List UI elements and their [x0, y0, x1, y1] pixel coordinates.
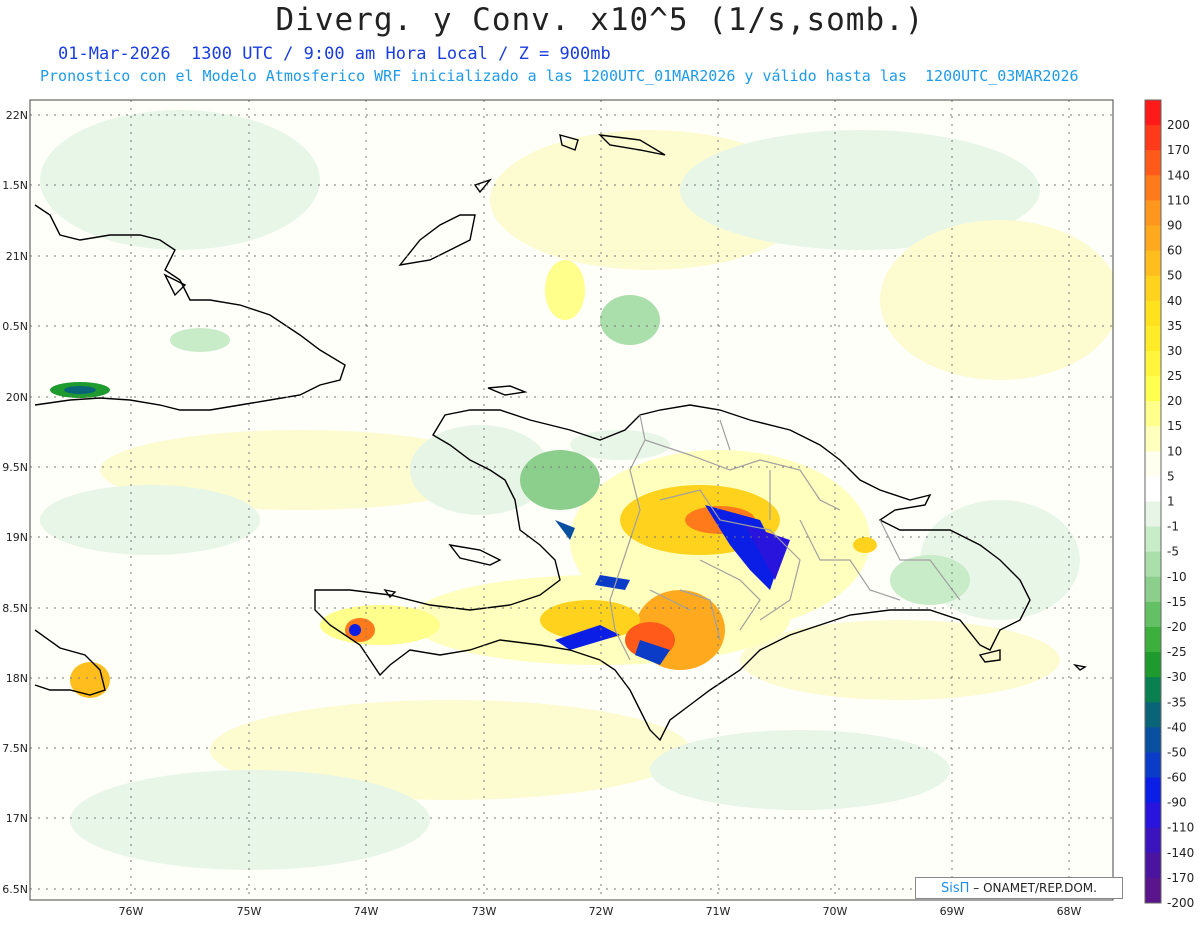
- lat-label: 0.5N: [2, 320, 28, 333]
- lat-label: 22N: [6, 109, 28, 122]
- colorbar-swatch: [1145, 300, 1161, 327]
- colorbar-swatch: [1145, 526, 1161, 553]
- colorbar-label: 15: [1167, 419, 1182, 433]
- colorbar-swatch: [1145, 426, 1161, 452]
- colorbar-label: 170: [1167, 143, 1190, 157]
- lat-axis: 22N 1.5N 21N 0.5N 20N 9.5N 19N 8.5N 18N …: [2, 109, 28, 896]
- lat-label: 17N: [6, 812, 28, 825]
- colorbar-swatch: [1145, 727, 1161, 753]
- lat-label: 6.5N: [2, 883, 28, 896]
- colorbar-swatch: [1145, 125, 1161, 151]
- colorbar-swatch: [1145, 350, 1161, 377]
- credit-box: SisΠ – ONAMET/REP.DOM.: [915, 877, 1123, 899]
- colorbar-label: 200: [1167, 118, 1190, 132]
- colorbar-swatch: [1145, 401, 1161, 427]
- colorbar-swatch: [1145, 100, 1161, 126]
- lon-label: 75W: [237, 905, 262, 918]
- colorbar-label: -170: [1167, 871, 1194, 885]
- colorbar-label: -60: [1167, 771, 1187, 785]
- colorbar-swatch: [1145, 852, 1161, 879]
- colorbar-swatch: [1145, 576, 1161, 603]
- lon-label: 70W: [823, 905, 848, 918]
- colorbar-swatch: [1145, 677, 1161, 703]
- colorbar-swatch: [1145, 325, 1161, 352]
- colorbar-label: 40: [1167, 294, 1182, 308]
- lat-label: 8.5N: [2, 602, 28, 615]
- colorbar-label: 60: [1167, 244, 1182, 258]
- colorbar-swatch: [1145, 601, 1161, 628]
- lon-label: 73W: [472, 905, 497, 918]
- colorbar-label: -50: [1167, 745, 1187, 759]
- colorbar-swatch: [1145, 225, 1161, 252]
- colorbar-label: -15: [1167, 595, 1187, 609]
- colorbar-label: 140: [1167, 168, 1190, 182]
- colorbar-label: 90: [1167, 218, 1182, 232]
- colorbar-label: 50: [1167, 269, 1182, 283]
- map-plot-area: [30, 100, 1113, 900]
- org-label: – ONAMET/REP.DOM.: [969, 881, 1097, 895]
- colorbar-label: 5: [1167, 469, 1175, 483]
- colorbar: 200 170 140 110 90 60 50 40 35 30 25 20 15 10 5 1 -1 -5 -1…: [1144, 99, 1194, 910]
- colorbar-swatch: [1145, 802, 1161, 829]
- colorbar-label: -20: [1167, 620, 1187, 634]
- lon-label: 68W: [1057, 905, 1082, 918]
- colorbar-label: 20: [1167, 394, 1182, 408]
- lat-label: 1.5N: [2, 179, 28, 192]
- colorbar-swatch: [1145, 626, 1161, 653]
- colorbar-swatch: [1145, 652, 1161, 678]
- brand-label: SisΠ: [941, 881, 970, 896]
- colorbar-swatch: [1145, 551, 1161, 578]
- lat-label: 19N: [6, 531, 28, 544]
- colorbar-label: 10: [1167, 444, 1182, 458]
- lon-label: 74W: [354, 905, 379, 918]
- colorbar-label: -140: [1167, 846, 1194, 860]
- colorbar-swatch: [1145, 476, 1161, 502]
- lat-label: 20N: [6, 391, 28, 404]
- lat-label: 7.5N: [2, 742, 28, 755]
- colorbar-label: -1: [1167, 520, 1179, 534]
- colorbar-label: 30: [1167, 344, 1182, 358]
- colorbar-label: -35: [1167, 695, 1187, 709]
- colorbar-swatch: [1145, 250, 1161, 277]
- colorbar-swatch: [1145, 877, 1161, 904]
- colorbar-swatch: [1145, 752, 1161, 779]
- colorbar-label: -200: [1167, 896, 1194, 910]
- colorbar-label: -10: [1167, 570, 1187, 584]
- lon-axis: 76W 75W 74W 73W 72W 71W 70W 69W 68W: [119, 905, 1082, 918]
- lon-label: 71W: [706, 905, 731, 918]
- colorbar-label: 1: [1167, 495, 1175, 509]
- colorbar-swatch: [1145, 827, 1161, 854]
- map-canvas: 22N 1.5N 21N 0.5N 20N 9.5N 19N 8.5N 18N …: [2, 99, 1194, 918]
- colorbar-label: 110: [1167, 193, 1190, 207]
- lon-label: 69W: [940, 905, 965, 918]
- colorbar-swatch: [1145, 777, 1161, 804]
- lat-label: 18N: [6, 672, 28, 685]
- colorbar-swatch: [1145, 200, 1161, 226]
- colorbar-label: -90: [1167, 796, 1187, 810]
- colorbar-swatch: [1145, 702, 1161, 728]
- lon-label: 76W: [119, 905, 144, 918]
- colorbar-swatch: [1145, 150, 1161, 176]
- colorbar-swatch: [1145, 275, 1161, 302]
- colorbar-swatch: [1145, 501, 1161, 528]
- colorbar-label: -25: [1167, 645, 1187, 659]
- colorbar-label: 25: [1167, 369, 1182, 383]
- colorbar-label: 35: [1167, 319, 1182, 333]
- lon-label: 72W: [589, 905, 614, 918]
- lat-label: 9.5N: [2, 461, 28, 474]
- colorbar-swatch: [1145, 451, 1161, 477]
- lat-label: 21N: [6, 250, 28, 263]
- colorbar-label: -30: [1167, 670, 1187, 684]
- colorbar-swatch: [1145, 175, 1161, 201]
- colorbar-label: -40: [1167, 720, 1187, 734]
- colorbar-label: -5: [1167, 545, 1179, 559]
- colorbar-label: -110: [1167, 821, 1194, 835]
- colorbar-swatch: [1145, 376, 1161, 402]
